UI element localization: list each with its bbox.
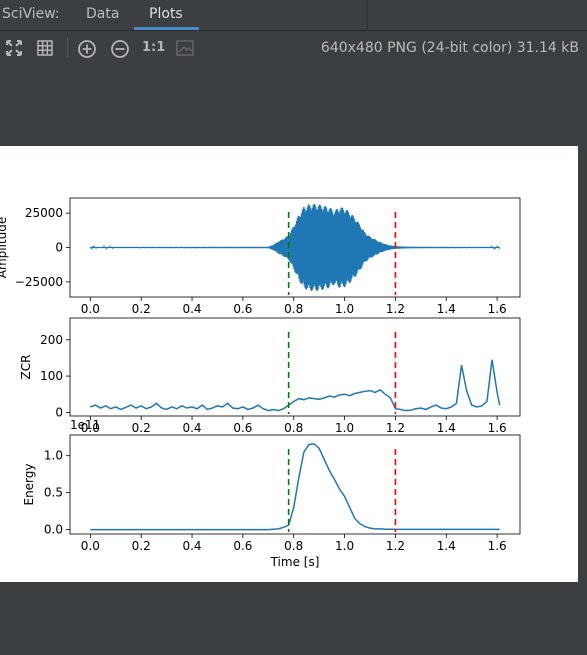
amplitude-waveform [89,203,501,292]
x-tick-label: 0.4 [182,539,201,553]
x-tick-label: 0.6 [233,421,252,435]
y-tick-label: 25000 [25,206,63,220]
y-axis-label: Energy [22,463,36,505]
figure-svg: 0.0 0.2 0.4 0.6 0.8 1.0 1.2 1.4 1.6 25000 0 −25000 A… [0,197,521,569]
x-tick-label: 1.6 [488,539,507,553]
active-tab-indicator [134,27,199,30]
x-tick-label: 0.2 [132,302,151,316]
plot-canvas: 0.0 0.2 0.4 0.6 0.8 1.0 1.2 1.4 1.6 25000 0 −25000 A… [0,146,578,582]
x-tick-label: 1.4 [437,302,456,316]
x-tick-label: 0.8 [284,421,303,435]
image-info: 640x480 PNG (24-bit color) 31.14 kB [320,40,579,56]
x-tick-label: 0.4 [182,421,201,435]
x-tick-label: 0.2 [132,539,151,553]
tab-bar-divider [367,0,368,30]
x-axis-label: Time [s] [270,555,320,569]
x-tick-label: 1.0 [335,302,354,316]
actual-size-icon[interactable]: 1:1 [142,40,165,55]
y-tick-label: 0.0 [44,523,63,537]
zoom-out-icon[interactable] [110,39,130,63]
x-tick-label: 1.6 [488,421,507,435]
y-offset-text: 1e11 [70,418,100,432]
y-axis-label: ZCR [19,355,33,380]
grid-icon[interactable] [36,39,54,61]
y-tick-label: 0 [55,405,63,419]
x-tick-label: 0.8 [284,539,303,553]
x-tick-label: 0.8 [284,302,303,316]
x-tick-label: 0.0 [81,302,100,316]
y-tick-label: 0.5 [44,486,63,500]
y-tick-label: 100 [40,369,63,383]
zcr-series-line [90,359,501,412]
x-tick-label: 0.2 [132,421,151,435]
x-tick-label: 1.6 [488,302,507,316]
background-icon[interactable] [175,39,195,61]
x-tick-label: 0.6 [233,539,252,553]
energy-series-line [90,443,500,531]
toolbar-divider [67,37,68,57]
x-tick-label: 1.0 [335,421,354,435]
x-tick-label: 0.0 [81,539,100,553]
y-tick-label: 200 [40,333,63,347]
zoom-in-icon[interactable] [77,39,97,63]
y-tick-label: −25000 [15,275,63,289]
x-tick-label: 1.4 [437,421,456,435]
axes-frame [69,434,521,535]
x-tick-label: 1.0 [335,539,354,553]
tab-data[interactable]: Data [86,6,119,22]
x-tick-label: 1.2 [386,302,405,316]
tab-plots[interactable]: Plots [149,6,183,22]
x-tick-label: 1.2 [386,539,405,553]
x-tick-label: 0.4 [182,302,201,316]
y-tick-label: 1.0 [44,449,63,463]
x-tick-label: 1.2 [386,421,405,435]
sciview-tab-bar: SciView: Data Plots [0,0,587,31]
x-tick-label: 0.6 [233,302,252,316]
sciview-label: SciView: [2,6,60,22]
x-tick-label: 1.4 [437,539,456,553]
y-axis-label: Amplitude [0,217,9,279]
fit-to-window-icon[interactable] [5,39,23,61]
image-toolbar: 1:1 640x480 PNG (24-bit color) 31.14 kB [0,31,587,63]
y-tick-label: 0 [55,241,63,255]
